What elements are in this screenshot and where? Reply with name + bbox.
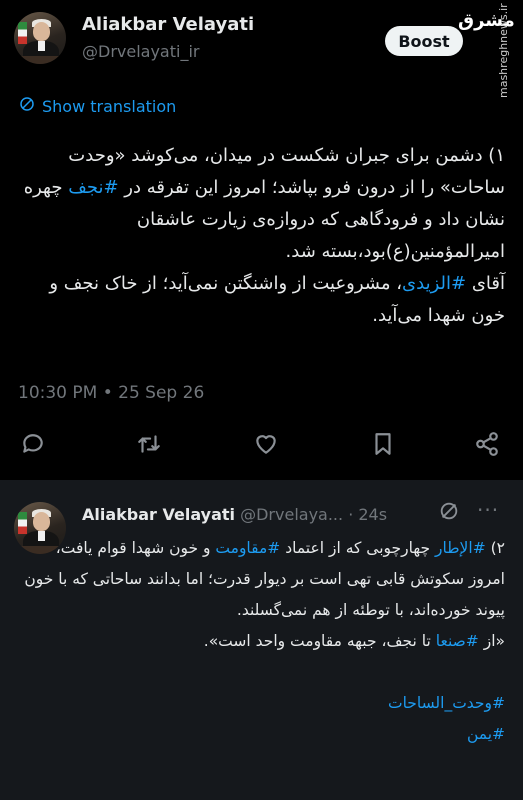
like-icon[interactable] (253, 431, 283, 461)
hashtag-link[interactable]: #مقاومت (215, 539, 280, 557)
hashtag-link[interactable]: #الإطار (435, 539, 486, 557)
grok-icon[interactable] (438, 500, 460, 526)
translate-icon (18, 95, 36, 117)
share-icon[interactable] (474, 431, 504, 461)
watermark-site: mashreghnews.ir (497, 3, 510, 98)
hashtag-link[interactable]: #صنعا (436, 632, 479, 650)
action-bar (0, 425, 523, 469)
tweet-main: Aliakbar Velayati @Drvelayati_ir Boost م… (0, 0, 523, 480)
tweet-reply-header: Aliakbar Velayati @Drvelaya... · 24s (82, 505, 387, 524)
author-handle-time[interactable]: @Drvelaya... · 24s (240, 505, 387, 524)
tweet-timestamp[interactable]: 10:30 PM • 25 Sep 26 (18, 383, 204, 403)
tweet-reply-text: ۲) #الإطار چهارچوبی که از اعتماد #مقاومت… (24, 539, 505, 743)
author-handle[interactable]: @Drvelayati_ir (82, 42, 199, 61)
reply-icon[interactable] (20, 431, 50, 461)
tweet-text: ۱) دشمن برای جبران شکست در میدان، می‌کوش… (23, 145, 505, 326)
bookmark-icon[interactable] (370, 431, 400, 461)
hashtag-link[interactable]: #یمن (467, 725, 505, 743)
hashtag-link[interactable]: #الزیدی (402, 273, 466, 294)
repost-icon[interactable] (136, 431, 166, 461)
show-translation-link[interactable]: Show translation (18, 95, 176, 117)
show-translation-label: Show translation (42, 96, 177, 116)
more-options-button[interactable]: ··· (477, 498, 499, 522)
hashtag-link[interactable]: #وحدت_الساحات (388, 694, 505, 712)
avatar[interactable] (14, 12, 66, 64)
boost-button[interactable]: Boost (385, 26, 463, 56)
author-name[interactable]: Aliakbar Velayati (82, 14, 254, 35)
hashtag-link[interactable]: #نجف (68, 177, 118, 198)
author-name[interactable]: Aliakbar Velayati (82, 505, 235, 524)
